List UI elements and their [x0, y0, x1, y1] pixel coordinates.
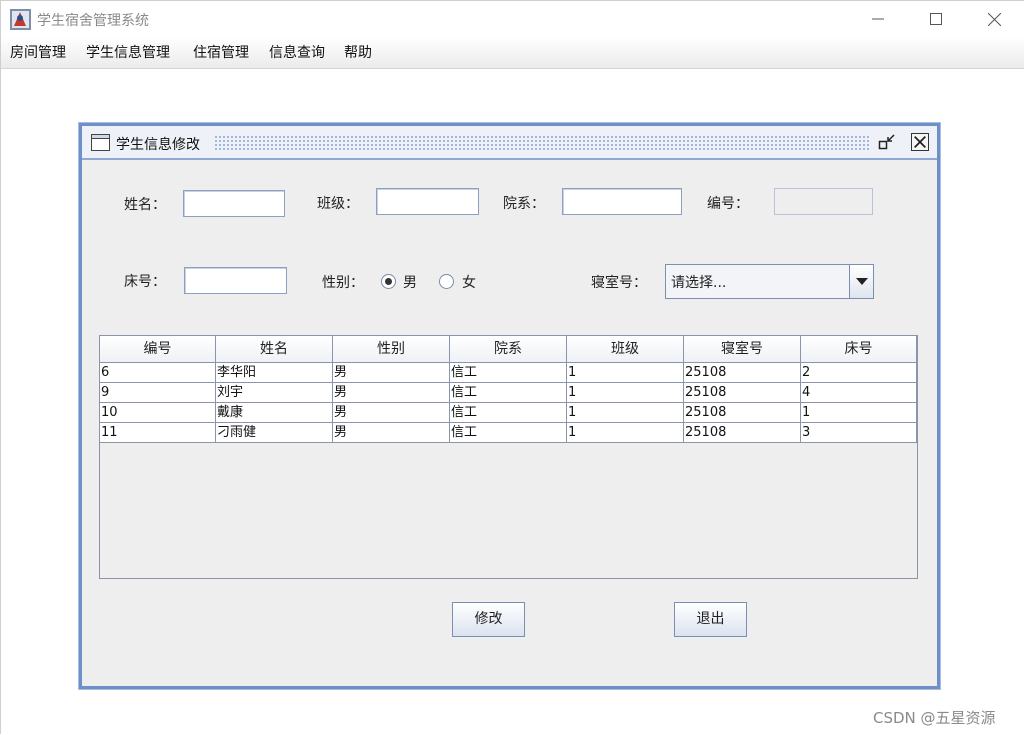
- cell-name[interactable]: 李华阳: [216, 363, 333, 383]
- cell-class[interactable]: 1: [567, 363, 684, 383]
- java-app-icon: [10, 9, 31, 30]
- modify-button[interactable]: 修改: [452, 602, 525, 637]
- title-bar-texture: [214, 135, 870, 152]
- table-row[interactable]: 9 刘宇 男 信工 1 25108 4: [100, 383, 917, 403]
- table-row[interactable]: 6 李华阳 男 信工 1 25108 2: [100, 363, 917, 383]
- department-label: 院系：: [503, 196, 545, 212]
- gender-label: 性别：: [322, 275, 364, 291]
- column-header-department[interactable]: 院系: [450, 336, 567, 363]
- cell-department[interactable]: 信工: [450, 403, 567, 423]
- cell-gender[interactable]: 男: [333, 383, 450, 403]
- name-label: 姓名：: [124, 197, 166, 213]
- table-body: 6 李华阳 男 信工 1 25108 2 9 刘宇 男 信工 1 25108 4: [100, 363, 917, 443]
- cell-dorm[interactable]: 25108: [684, 423, 801, 443]
- maximize-icon: [930, 13, 942, 25]
- menu-room-management[interactable]: 房间管理: [10, 42, 66, 62]
- iconify-icon[interactable]: [878, 133, 896, 151]
- column-header-id[interactable]: 编号: [100, 336, 216, 363]
- cell-gender[interactable]: 男: [333, 363, 450, 383]
- menu-bar: 房间管理 学生信息管理 住宿管理 信息查询 帮助: [1, 37, 1024, 69]
- cell-class[interactable]: 1: [567, 423, 684, 443]
- menu-student-info-management[interactable]: 学生信息管理: [86, 42, 170, 62]
- cell-bed[interactable]: 4: [801, 383, 917, 403]
- cell-name[interactable]: 戴康: [216, 403, 333, 423]
- dialog-close-icon[interactable]: [911, 133, 929, 151]
- cell-name[interactable]: 刘宇: [216, 383, 333, 403]
- cell-department[interactable]: 信工: [450, 383, 567, 403]
- menu-help[interactable]: 帮助: [344, 42, 372, 62]
- cell-id[interactable]: 11: [100, 423, 216, 443]
- bed-label: 床号：: [124, 274, 166, 290]
- bed-input[interactable]: [184, 267, 287, 294]
- cell-bed[interactable]: 3: [801, 423, 917, 443]
- dorm-select-value: 请选择...: [671, 275, 727, 291]
- student-edit-dialog: 学生信息修改 姓名： 班级： 院系： 编号： 床号： 性别： 男 女 寝室号： …: [79, 123, 940, 689]
- maximize-button[interactable]: [907, 1, 965, 37]
- cell-gender[interactable]: 男: [333, 423, 450, 443]
- window-title: 学生宿舍管理系统: [37, 13, 149, 29]
- cell-department[interactable]: 信工: [450, 363, 567, 383]
- minimize-button[interactable]: [849, 1, 907, 37]
- student-table[interactable]: 编号 姓名 性别 院系 班级 寝室号 床号 6 李华阳 男 信工 1 25108…: [99, 335, 918, 579]
- title-bar[interactable]: 学生宿舍管理系统: [1, 1, 1024, 37]
- cell-dorm[interactable]: 25108: [684, 363, 801, 383]
- dialog-title: 学生信息修改: [116, 137, 200, 153]
- id-label: 编号：: [707, 196, 749, 212]
- cell-name[interactable]: 刁雨健: [216, 423, 333, 443]
- class-label: 班级：: [317, 196, 359, 212]
- cell-bed[interactable]: 2: [801, 363, 917, 383]
- app-window: 学生宿舍管理系统 房间管理 学生信息管理 住宿管理 信息查询 帮助 学生信息修改: [0, 0, 1024, 735]
- table-header: 编号 姓名 性别 院系 班级 寝室号 床号: [100, 336, 917, 363]
- class-input[interactable]: [376, 188, 479, 215]
- cell-bed[interactable]: 1: [801, 403, 917, 423]
- watermark: CSDN @五星资源: [873, 709, 996, 727]
- close-button[interactable]: [965, 1, 1023, 37]
- column-header-bed[interactable]: 床号: [801, 336, 917, 363]
- table-row[interactable]: 10 戴康 男 信工 1 25108 1: [100, 403, 917, 423]
- table-row[interactable]: 11 刁雨健 男 信工 1 25108 3: [100, 423, 917, 443]
- cell-id[interactable]: 6: [100, 363, 216, 383]
- dorm-select-arrow[interactable]: [849, 265, 873, 298]
- cell-dorm[interactable]: 25108: [684, 383, 801, 403]
- cell-gender[interactable]: 男: [333, 403, 450, 423]
- gender-male-radio[interactable]: [381, 274, 396, 289]
- gender-female-radio[interactable]: [439, 274, 454, 289]
- gender-female-label[interactable]: 女: [462, 272, 476, 292]
- minimize-icon: [872, 18, 884, 20]
- window-icon: [91, 134, 110, 151]
- cell-id[interactable]: 9: [100, 383, 216, 403]
- exit-button[interactable]: 退出: [674, 602, 747, 637]
- column-header-class[interactable]: 班级: [567, 336, 684, 363]
- menu-info-query[interactable]: 信息查询: [269, 42, 325, 62]
- cell-dorm[interactable]: 25108: [684, 403, 801, 423]
- chevron-down-icon: [855, 278, 868, 285]
- cell-department[interactable]: 信工: [450, 423, 567, 443]
- department-input[interactable]: [562, 188, 682, 215]
- close-icon: [987, 12, 1001, 26]
- column-header-gender[interactable]: 性别: [333, 336, 450, 363]
- column-header-dorm[interactable]: 寝室号: [684, 336, 801, 363]
- cell-class[interactable]: 1: [567, 403, 684, 423]
- column-header-name[interactable]: 姓名: [216, 336, 333, 363]
- dorm-label: 寝室号：: [591, 275, 647, 291]
- id-input[interactable]: [774, 188, 873, 215]
- cell-class[interactable]: 1: [567, 383, 684, 403]
- dialog-title-bar[interactable]: 学生信息修改: [82, 126, 937, 160]
- cell-id[interactable]: 10: [100, 403, 216, 423]
- name-input[interactable]: [183, 190, 285, 217]
- dorm-select[interactable]: 请选择...: [665, 264, 874, 299]
- gender-male-label[interactable]: 男: [403, 272, 417, 292]
- menu-accommodation-management[interactable]: 住宿管理: [193, 42, 249, 62]
